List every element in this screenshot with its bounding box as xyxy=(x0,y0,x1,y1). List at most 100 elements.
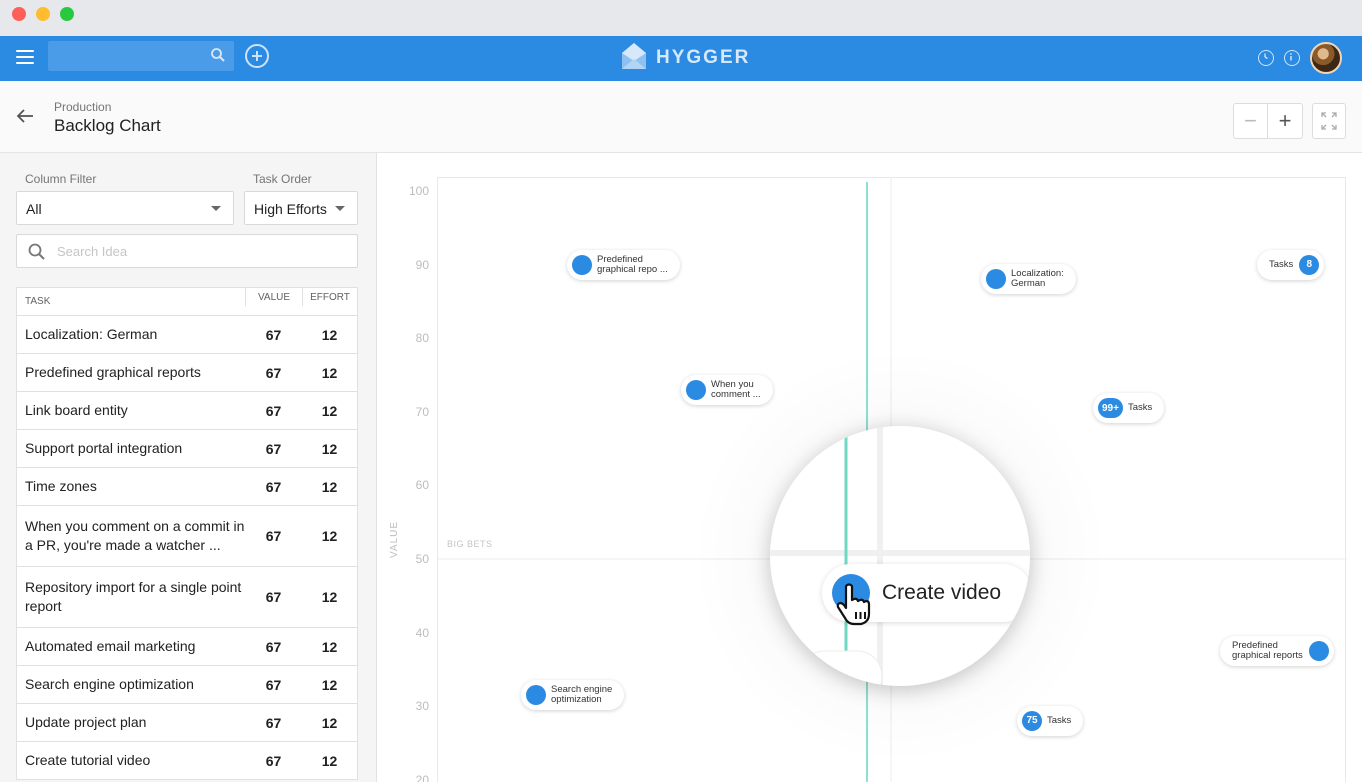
task-name: When you comment on a commit in a PR, yo… xyxy=(25,518,245,553)
search-icon[interactable] xyxy=(210,47,226,68)
page-header: Production Backlog Chart − + xyxy=(0,81,1362,153)
task-order-label: Task Order xyxy=(253,172,312,186)
task-effort: 12 xyxy=(321,714,338,731)
task-effort: 12 xyxy=(321,528,338,544)
fullscreen-button[interactable] xyxy=(1312,103,1346,139)
task-name: Create tutorial video xyxy=(25,752,151,768)
idea-search-input[interactable] xyxy=(57,235,347,267)
task-value: 67 xyxy=(265,638,282,655)
chevron-down-icon xyxy=(335,206,345,211)
task-bubble[interactable]: Search engine optimization xyxy=(521,680,625,711)
task-bubble[interactable]: Predefined graphical repo ... xyxy=(567,249,680,280)
task-dot xyxy=(986,269,1006,290)
info-icon[interactable] xyxy=(1284,50,1300,66)
task-column-header[interactable]: TASK xyxy=(17,288,245,315)
task-value: 67 xyxy=(265,478,282,495)
back-arrow-icon[interactable] xyxy=(14,105,36,127)
zoom-out-button[interactable]: − xyxy=(1234,104,1269,138)
y-tick-label: 100 xyxy=(408,184,429,198)
task-dot xyxy=(572,254,592,275)
table-row[interactable]: Automated email marketing 67 12 xyxy=(17,628,357,666)
table-row[interactable]: Localization: German 67 12 xyxy=(17,316,357,354)
task-value: 67 xyxy=(265,528,282,544)
task-group-bubble[interactable]: Tasks 8 xyxy=(1257,249,1325,280)
task-count-badge: 8 xyxy=(1299,254,1320,275)
task-effort: 12 xyxy=(321,478,338,495)
table-row[interactable]: Time zones 67 12 xyxy=(17,468,357,506)
y-tick-label: 40 xyxy=(415,625,429,640)
task-effort: 12 xyxy=(321,676,338,693)
table-row[interactable]: Update project plan 67 12 xyxy=(17,704,357,742)
task-group-label: Tasks xyxy=(1127,402,1153,414)
task-value: 67 xyxy=(265,364,282,381)
zoom-controls: − + xyxy=(1233,103,1303,139)
task-value: 67 xyxy=(265,440,282,457)
focused-task-label: Create video xyxy=(882,581,1002,604)
hand-cursor-icon xyxy=(834,582,874,633)
table-row[interactable]: Repository import for a single point rep… xyxy=(17,567,357,628)
task-bubble-label: Localization: German xyxy=(1011,268,1064,290)
task-bubble-label: Predefined graphical reports xyxy=(1232,640,1303,661)
task-effort: 12 xyxy=(321,402,338,419)
maximize-window-button[interactable] xyxy=(60,7,74,21)
task-name: Support portal integration xyxy=(25,440,183,456)
effort-column-header[interactable]: EFFORT xyxy=(302,288,357,306)
task-order-select[interactable]: High Efforts xyxy=(244,191,358,225)
task-count-badge: 99+ xyxy=(1098,398,1123,419)
table-row[interactable]: Support portal integration 67 12 xyxy=(17,430,357,468)
table-row[interactable]: Search engine optimization 67 12 xyxy=(17,666,357,704)
global-search-input[interactable] xyxy=(48,41,198,71)
task-name: Update project plan xyxy=(25,714,147,730)
task-group-label: Tasks xyxy=(1047,714,1072,726)
y-tick-label: 90 xyxy=(415,257,429,272)
search-icon xyxy=(28,243,46,266)
task-value: 67 xyxy=(265,676,282,693)
close-window-button[interactable] xyxy=(12,7,26,21)
task-bubble-label: Predefined graphical repo ... xyxy=(597,253,668,275)
task-dot xyxy=(1308,641,1329,661)
chevron-down-icon xyxy=(211,206,221,211)
task-group-label: Tasks xyxy=(1269,258,1294,270)
y-tick-label: 60 xyxy=(415,478,429,493)
minimize-window-button[interactable] xyxy=(36,7,50,21)
task-name: Automated email marketing xyxy=(25,638,196,654)
task-name: Localization: German xyxy=(25,326,158,342)
task-value: 67 xyxy=(265,589,282,605)
task-value: 67 xyxy=(265,402,282,419)
app-logo: HYGGER xyxy=(620,42,750,74)
task-name: Search engine optimization xyxy=(25,676,194,692)
table-row[interactable]: When you comment on a commit in a PR, yo… xyxy=(17,506,357,567)
task-effort: 12 xyxy=(321,589,338,605)
task-bubble[interactable]: Predefined graphical reports xyxy=(1220,636,1334,666)
user-avatar[interactable] xyxy=(1310,42,1342,74)
task-order-value: High Efforts xyxy=(254,201,327,217)
table-row[interactable]: Create tutorial video 67 12 xyxy=(17,742,357,780)
idea-search xyxy=(16,234,358,268)
task-effort: 12 xyxy=(321,440,338,457)
backlog-chart: 100 90 80 70 60 50 40 30 20 VALUE BIG BETS Prede… xyxy=(377,153,1362,782)
value-column-header[interactable]: VALUE xyxy=(245,288,302,306)
task-value: 67 xyxy=(265,326,282,343)
zoom-in-button[interactable]: + xyxy=(1268,104,1302,138)
expand-icon xyxy=(1313,112,1345,142)
table-header: TASK VALUE EFFORT xyxy=(17,288,357,316)
task-effort: 12 xyxy=(321,752,338,769)
task-group-bubble[interactable]: 99+ Tasks xyxy=(1093,393,1165,424)
table-row[interactable]: Link board entity 67 12 xyxy=(17,392,357,430)
task-effort: 12 xyxy=(321,364,338,381)
y-tick-label: 80 xyxy=(415,331,429,346)
y-tick-label: 70 xyxy=(415,404,429,419)
table-row[interactable]: Predefined graphical reports 67 12 xyxy=(17,354,357,392)
clock-icon[interactable] xyxy=(1258,50,1274,66)
breadcrumb[interactable]: Production xyxy=(54,100,111,114)
task-dot xyxy=(686,379,706,400)
task-name: Predefined graphical reports xyxy=(25,364,201,380)
menu-icon[interactable] xyxy=(16,50,34,64)
y-tick-label: 50 xyxy=(415,552,429,566)
window-titlebar xyxy=(0,0,1362,36)
column-filter-select[interactable]: All xyxy=(16,191,234,225)
task-effort: 12 xyxy=(321,326,338,343)
add-icon[interactable] xyxy=(245,44,269,68)
global-search xyxy=(48,41,234,71)
task-bubble[interactable]: Localization: German xyxy=(981,264,1076,295)
